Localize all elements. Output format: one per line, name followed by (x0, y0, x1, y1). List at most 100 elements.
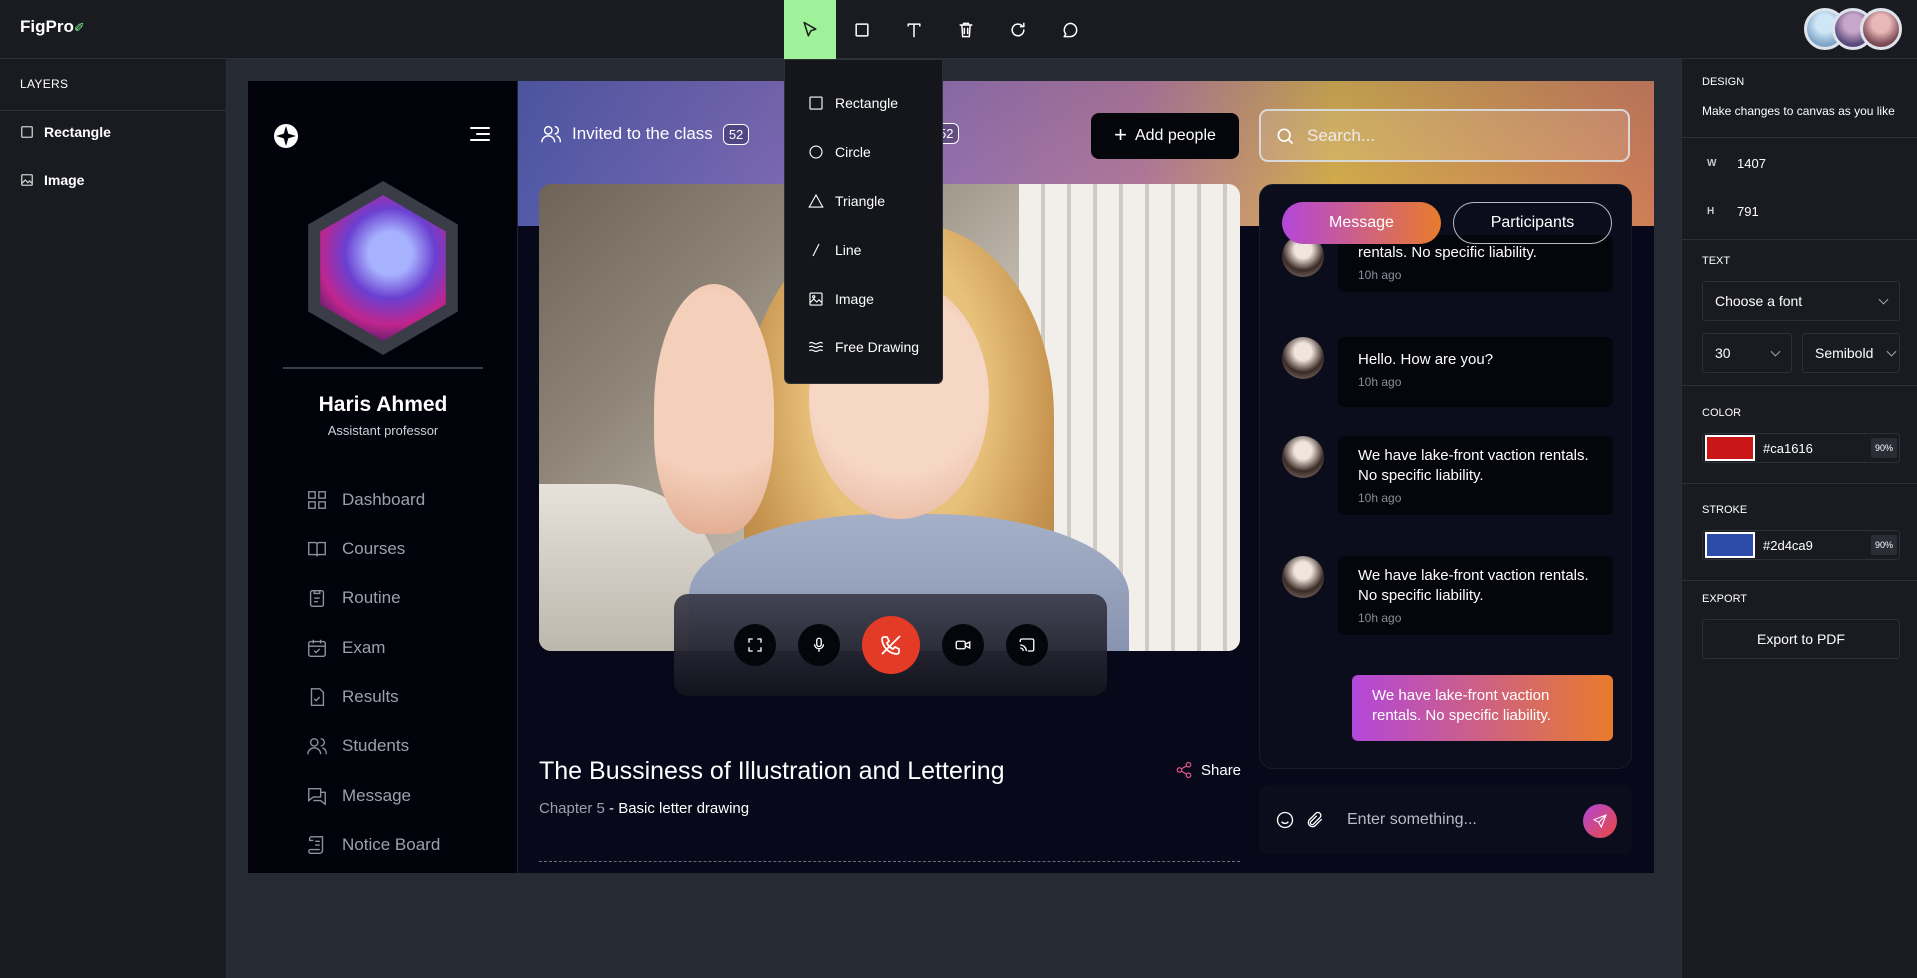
search-icon (1277, 127, 1294, 144)
tool-group (784, 0, 1096, 59)
fill-color-swatch[interactable] (1705, 435, 1755, 461)
menu-item-triangle[interactable]: Triangle (807, 191, 885, 211)
end-call-button[interactable] (861, 616, 920, 674)
square-icon (21, 126, 33, 138)
chevron-down-icon (1770, 346, 1781, 357)
layers-heading: LAYERS (20, 77, 69, 91)
nav-item-courses[interactable]: Courses (306, 538, 405, 560)
text-heading: TEXT (1702, 255, 1731, 267)
menu-item-image[interactable]: Image (807, 289, 874, 309)
divider (283, 367, 483, 369)
nav-item-results[interactable]: Results (306, 686, 399, 708)
add-people-button[interactable]: + Add people (1091, 113, 1239, 159)
course-sidebar: Haris Ahmed Assistant professor Dashboar… (248, 81, 518, 873)
share-icon (1176, 761, 1192, 779)
select-tool-button[interactable] (784, 0, 836, 59)
color-heading: COLOR (1702, 407, 1742, 419)
height-input[interactable]: 791 (1737, 204, 1759, 219)
width-input[interactable]: 1407 (1737, 156, 1766, 171)
divider (1682, 385, 1917, 386)
menu-item-rectangle[interactable]: Rectangle (807, 93, 898, 113)
divider (539, 861, 1240, 862)
collaborator-avatars (1804, 8, 1902, 50)
nav-item-routine[interactable]: Routine (306, 587, 401, 609)
delete-tool-button[interactable] (940, 0, 992, 59)
nav-item-exam[interactable]: Exam (306, 637, 385, 659)
image-icon (21, 174, 33, 186)
triangle-icon (808, 193, 824, 208)
search-input[interactable]: Search... (1259, 109, 1630, 162)
send-button[interactable] (1583, 804, 1617, 838)
profile-role: Assistant professor (327, 423, 439, 438)
redo-tool-button[interactable] (992, 0, 1044, 59)
chat-tabs: Message Participants (1282, 202, 1612, 244)
fill-color-field[interactable]: #ca1616 90% (1702, 433, 1900, 463)
layer-item-image[interactable]: Image (20, 172, 84, 188)
height-label: H (1707, 206, 1715, 217)
chevron-down-icon (1878, 294, 1889, 305)
comment-tool-button[interactable] (1044, 0, 1096, 59)
stroke-color-field[interactable]: #2d4ca9 90% (1702, 530, 1900, 560)
text-tool-button[interactable] (888, 0, 940, 59)
brand-logo-icon (274, 124, 298, 148)
chat-panel: rentals. No specific liability. 10h ago … (1259, 184, 1632, 769)
export-pdf-button[interactable]: Export to PDF (1702, 619, 1900, 659)
nav-item-students[interactable]: Students (306, 735, 409, 757)
messages-icon (308, 787, 326, 806)
cursor-icon (803, 21, 817, 37)
screen-cast-button[interactable] (1005, 624, 1048, 666)
layer-item-rectangle[interactable]: Rectangle (20, 124, 111, 140)
nav-item-message[interactable]: Message (306, 785, 411, 807)
grid-icon (308, 491, 326, 509)
square-icon (809, 96, 823, 110)
camera-button[interactable] (941, 624, 984, 666)
paperclip-icon[interactable] (1305, 810, 1325, 830)
menu-icon[interactable] (470, 127, 490, 143)
avatar[interactable] (1860, 8, 1902, 50)
stroke-opacity[interactable]: 90% (1870, 535, 1897, 555)
call-controls (674, 594, 1107, 696)
design-canvas[interactable]: Haris Ahmed Assistant professor Dashboar… (248, 81, 1654, 873)
rotate-icon (1011, 22, 1025, 36)
chat-message: We have lake-front vaction rentals. No s… (1282, 556, 1613, 635)
rectangle-tool-button[interactable] (836, 0, 888, 59)
stroke-color-swatch[interactable] (1705, 532, 1755, 558)
share-button[interactable]: Share (1175, 761, 1241, 779)
waves-icon (808, 341, 824, 353)
send-icon (1592, 814, 1607, 829)
invited-label-row: Invited to the class 52 (540, 123, 750, 145)
tab-participants[interactable]: Participants (1453, 202, 1612, 244)
emoji-icon[interactable] (1275, 810, 1295, 830)
fullscreen-button[interactable] (733, 624, 776, 666)
tab-message[interactable]: Message (1282, 202, 1441, 244)
phone-off-icon (880, 635, 901, 655)
invited-count-badge: 52 (722, 123, 750, 145)
menu-item-circle[interactable]: Circle (807, 142, 871, 162)
chat-message: We have lake-front vaction rentals. No s… (1282, 436, 1613, 515)
font-size-select[interactable]: 30 (1702, 333, 1792, 373)
users-icon (541, 125, 562, 143)
font-weight-select[interactable]: Semibold (1802, 333, 1900, 373)
nav-item-dashboard[interactable]: Dashboard (306, 489, 425, 511)
avatar (1282, 337, 1324, 379)
chat-input[interactable]: Enter something... (1259, 785, 1632, 854)
users-icon (307, 737, 327, 755)
plus-icon: + (1114, 122, 1127, 147)
design-heading: DESIGN (1702, 76, 1745, 88)
app-logo[interactable]: FigPro✐ (20, 17, 85, 37)
microphone-button[interactable] (797, 624, 840, 666)
figpro-app: FigPro✐ Rectangle Circle Triangle Line I… (0, 0, 1917, 978)
chat-bubble-icon (1063, 22, 1078, 37)
nav-item-notice-board[interactable]: Notice Board (306, 834, 440, 856)
divider (1682, 137, 1917, 138)
trash-icon (959, 22, 973, 37)
text-icon (907, 22, 921, 37)
font-family-select[interactable]: Choose a font (1702, 281, 1900, 321)
fill-opacity[interactable]: 90% (1870, 438, 1897, 458)
circle-icon (809, 145, 823, 159)
menu-item-line[interactable]: Line (807, 240, 861, 260)
microphone-icon (813, 637, 824, 652)
menu-item-free-drawing[interactable]: Free Drawing (807, 337, 919, 357)
divider (1682, 483, 1917, 484)
shape-dropdown-menu: Rectangle Circle Triangle Line Image Fre… (784, 59, 943, 384)
